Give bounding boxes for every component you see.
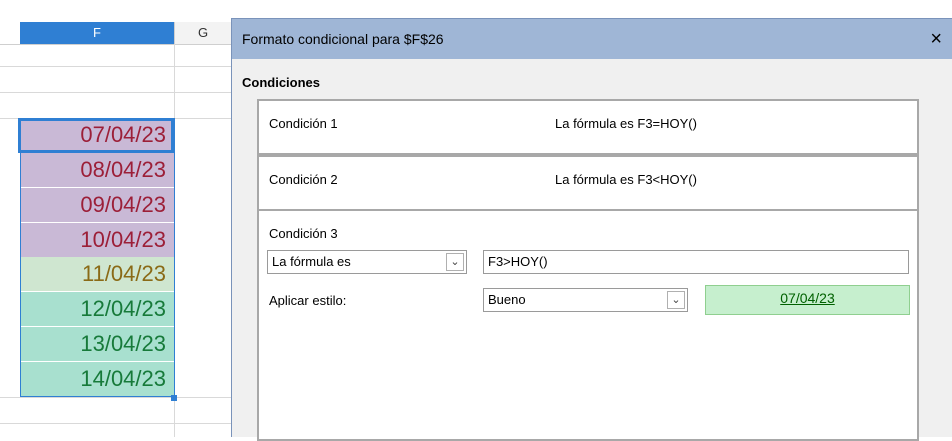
- condition-1-entry[interactable]: Condición 1 La fórmula es F3=HOY(): [257, 99, 919, 155]
- row-gridline: [0, 66, 232, 67]
- style-value: Bueno: [488, 292, 526, 307]
- style-preview-text: 07/04/23: [780, 290, 835, 306]
- header-separator: [0, 44, 232, 45]
- conditions-heading: Condiciones: [242, 75, 321, 90]
- dialog-titlebar[interactable]: Formato condicional para $F$26 ×: [232, 19, 952, 59]
- condition-3-title: Condición 3: [269, 226, 338, 241]
- condition-type-value: La fórmula es: [272, 254, 351, 269]
- chevron-down-icon[interactable]: ⌄: [667, 291, 685, 309]
- column-gridline: [174, 44, 175, 437]
- active-cell-outline: [18, 118, 174, 153]
- style-preview: 07/04/23: [705, 285, 910, 315]
- condition-1-title: Condición 1: [269, 116, 338, 131]
- date-cell[interactable]: 10/04/23: [20, 222, 174, 257]
- conditional-format-dialog: Formato condicional para $F$26 × Condici…: [231, 18, 952, 441]
- row-gridline: [0, 423, 232, 424]
- condition-2-summary: La fórmula es F3<HOY(): [555, 172, 697, 187]
- row-gridline: [0, 397, 232, 398]
- date-cell[interactable]: 08/04/23: [20, 152, 174, 187]
- condition-2-entry[interactable]: Condición 2 La fórmula es F3<HOY(): [257, 155, 919, 211]
- date-cell[interactable]: 13/04/23: [20, 327, 174, 362]
- close-icon[interactable]: ×: [930, 19, 942, 59]
- dialog-title: Formato condicional para $F$26: [242, 31, 444, 47]
- apply-style-label: Aplicar estilo:: [269, 293, 347, 308]
- condition-3-entry: Condición 3 La fórmula es ⌄ F3>HOY() Apl…: [257, 209, 919, 441]
- date-cell[interactable]: 09/04/23: [20, 187, 174, 222]
- condition-2-title: Condición 2: [269, 172, 338, 187]
- condition-1-summary: La fórmula es F3=HOY(): [555, 116, 697, 131]
- row-gridline: [0, 92, 232, 93]
- column-header-g[interactable]: G: [174, 22, 231, 44]
- date-cell[interactable]: 11/04/23: [20, 257, 174, 292]
- column-header-f[interactable]: F: [20, 22, 174, 44]
- date-cell[interactable]: 14/04/23: [20, 361, 174, 396]
- fill-handle[interactable]: [171, 395, 177, 401]
- date-cell[interactable]: 12/04/23: [20, 292, 174, 327]
- style-dropdown[interactable]: Bueno ⌄: [483, 288, 688, 312]
- chevron-down-icon[interactable]: ⌄: [446, 253, 464, 271]
- formula-input[interactable]: F3>HOY(): [483, 250, 909, 274]
- condition-type-dropdown[interactable]: La fórmula es ⌄: [267, 250, 467, 274]
